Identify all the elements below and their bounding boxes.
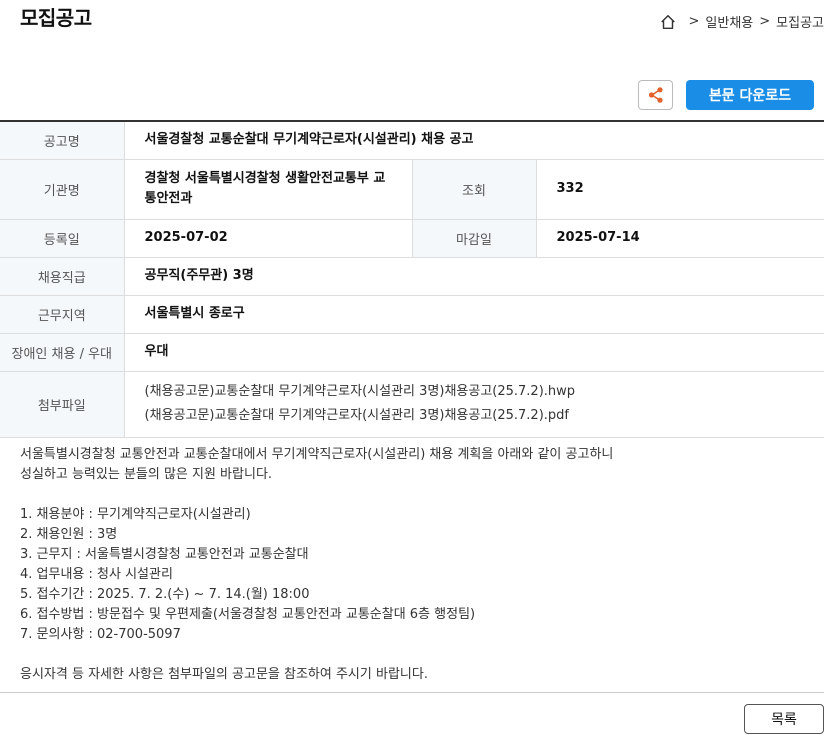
share-button[interactable] [638,80,673,110]
views-value: 332 [536,159,824,220]
breadcrumb: > 일반채용 > 모집공고 [659,12,824,31]
body-line [20,645,810,665]
attachment-link-pdf[interactable]: (채용공고문)교통순찰대 무기계약근로자(시설관리 3명)채용공고(25.7.2… [145,404,805,428]
notice-info-table: 공고명 서울경찰청 교통순찰대 무기계약근로자(시설관리) 채용 공고 기관명 … [0,120,824,438]
body-line: 5. 접수기간 : 2025. 7. 2.(수) ~ 7. 14.(월) 18:… [20,587,310,602]
breadcrumb-separator: > [759,14,771,29]
home-icon[interactable] [659,13,677,31]
reg-date-label: 등록일 [0,219,125,258]
region-value: 서울특별시 종로구 [124,295,824,334]
region-label: 근무지역 [0,295,125,334]
table-row: 공고명 서울경찰청 교통순찰대 무기계약근로자(시설관리) 채용 공고 [0,121,824,160]
table-row: 첨부파일 (채용공고문)교통순찰대 무기계약근로자(시설관리 3명)채용공고(2… [0,371,824,438]
body-line: 성실하고 능력있는 분들의 많은 지원 바랍니다. [20,467,273,482]
table-row: 기관명 경찰청 서울특별시경찰청 생활안전교통부 교통안전과 조회 332 [0,159,824,220]
disabled-hiring-label: 장애인 채용 / 우대 [0,333,125,372]
notice-body: 서울특별시경찰청 교통안전과 교통순찰대에서 무기계약직근로자(시설관리) 채용… [20,445,810,685]
table-row: 장애인 채용 / 우대 우대 [0,333,824,372]
breadcrumb-item-recruitment[interactable]: 모집공고 [776,12,824,31]
body-line: 2. 채용인원 : 3명 [20,527,118,542]
org-label: 기관명 [0,159,125,220]
body-line: 3. 근무지 : 서울특별시경찰청 교통안전과 교통순찰대 [20,547,309,562]
deadline-label: 마감일 [412,219,537,258]
table-row: 채용직급 공무직(주무관) 3명 [0,257,824,296]
body-line: 6. 접수방법 : 방문접수 및 우편제출(서울경찰청 교통안전과 교통순찰대 … [20,607,476,622]
download-body-button[interactable]: 본문 다운로드 [686,80,814,110]
body-line [20,485,810,505]
reg-date-value: 2025-07-02 [124,219,413,258]
body-line: 응시자격 등 자세한 사항은 첨부파일의 공고문을 참조하여 주시기 바랍니다. [20,667,428,682]
body-line: 4. 업무내용 : 청사 시설관리 [20,567,173,582]
body-line: 1. 채용분야 : 무기계약직근로자(시설관리) [20,507,251,522]
org-value: 경찰청 서울특별시경찰청 생활안전교통부 교통안전과 [124,159,413,220]
disabled-hiring-value: 우대 [124,333,824,372]
body-line: 7. 문의사항 : 02-700-5097 [20,627,181,642]
position-value: 공무직(주무관) 3명 [124,257,824,296]
breadcrumb-separator: > [688,14,700,29]
position-label: 채용직급 [0,257,125,296]
title-value: 서울경찰청 교통순찰대 무기계약근로자(시설관리) 채용 공고 [124,121,824,160]
table-row: 등록일 2025-07-02 마감일 2025-07-14 [0,219,824,258]
breadcrumb-item-general-hiring[interactable]: 일반채용 [705,12,753,31]
attachment-link-hwp[interactable]: (채용공고문)교통순찰대 무기계약근로자(시설관리 3명)채용공고(25.7.2… [145,380,805,404]
share-icon [648,87,663,103]
title-label: 공고명 [0,121,125,160]
body-line: 서울특별시경찰청 교통안전과 교통순찰대에서 무기계약직근로자(시설관리) 채용… [20,447,614,462]
page-title: 모집공고 [20,6,92,30]
table-row: 근무지역 서울특별시 종로구 [0,295,824,334]
attachments-label: 첨부파일 [0,371,125,438]
attachments-list: (채용공고문)교통순찰대 무기계약근로자(시설관리 3명)채용공고(25.7.2… [124,371,824,438]
views-label: 조회 [412,159,537,220]
deadline-value: 2025-07-14 [536,219,824,258]
list-button[interactable]: 목록 [744,704,824,734]
divider [0,692,824,693]
